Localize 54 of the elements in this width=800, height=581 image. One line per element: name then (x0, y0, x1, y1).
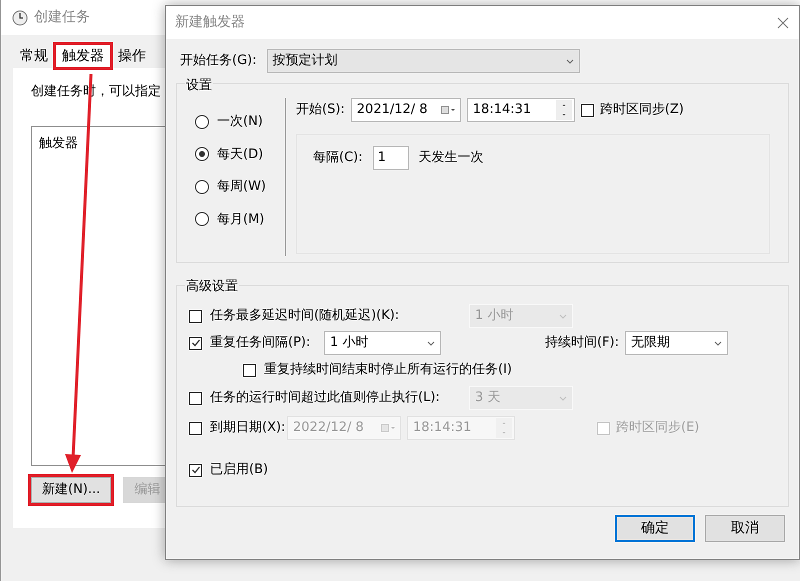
label: 任务的运行时间超过此值则停止执行(L): (210, 389, 440, 408)
time-field[interactable]: 18:14:31 (466, 98, 575, 122)
checkbox[interactable] (189, 422, 202, 434)
dropdown[interactable]: 无限期 (625, 331, 728, 355)
checkbox[interactable] (189, 336, 202, 350)
label: 重复持续时间结束时停止所有运行的任务(I) (264, 361, 512, 380)
radio-label: 一次(N) (217, 113, 263, 131)
label: 到期日期(X): (210, 419, 286, 438)
dropdown[interactable]: 按预定计划 (266, 49, 580, 73)
checkbox[interactable] (243, 364, 256, 376)
button[interactable]: 取消 (705, 515, 785, 542)
button[interactable]: 新建(N)... (31, 477, 112, 503)
chevron-down-icon (714, 340, 722, 346)
label: 开始任务(G): (180, 52, 257, 70)
checkbox[interactable] (189, 464, 202, 476)
chevron-down-icon (559, 396, 567, 400)
column-header: 触发器 (39, 136, 78, 151)
label: 重复任务间隔(P): (210, 334, 310, 352)
checkbox[interactable] (189, 310, 202, 322)
label: 开始(S): (296, 101, 345, 120)
tab[interactable]: 常规 (13, 44, 55, 68)
button[interactable]: 确定 (615, 515, 695, 542)
label: 每隔(C): (313, 149, 363, 168)
radio-label: 每周(W) (217, 178, 266, 196)
close-icon[interactable] (777, 16, 789, 28)
label: 持续时间(F): (544, 334, 619, 352)
checkbox[interactable] (189, 392, 202, 404)
tab[interactable]: 触发器 (55, 44, 111, 68)
dropdown[interactable]: 1 小时 (324, 331, 441, 355)
label: 任务最多延迟时间(随机延迟)(K): (210, 307, 400, 326)
label: 跨时区同步(E) (616, 419, 700, 438)
radio-button[interactable] (195, 147, 209, 162)
chevron-down-icon (559, 314, 567, 318)
spinner-icon (496, 418, 512, 438)
chevron-down-icon (427, 340, 435, 346)
dialog-title: 新建触发器 (175, 13, 245, 32)
radio-label: 每月(M) (217, 210, 264, 228)
label: 已启用(B) (210, 461, 268, 480)
clock-icon (12, 10, 28, 26)
calendar-dropdown-icon (381, 424, 395, 432)
calendar-dropdown-icon (440, 106, 455, 114)
input-field[interactable]: 1 (372, 146, 409, 170)
label: 天发生一次 (418, 149, 484, 168)
window-title: 创建任务 (34, 8, 90, 27)
label: 跨时区同步(Z) (600, 101, 684, 120)
tab[interactable]: 操作 (111, 44, 153, 68)
radio-button[interactable] (195, 212, 209, 226)
spinner-icon (556, 100, 572, 120)
radio-label: 每天(D) (217, 146, 264, 164)
checkbox[interactable] (580, 104, 594, 116)
date-field[interactable]: 2021/12/ 8 (350, 98, 461, 122)
radio-button[interactable] (195, 180, 209, 194)
radio-button[interactable] (195, 114, 209, 129)
chevron-down-icon (566, 58, 574, 64)
